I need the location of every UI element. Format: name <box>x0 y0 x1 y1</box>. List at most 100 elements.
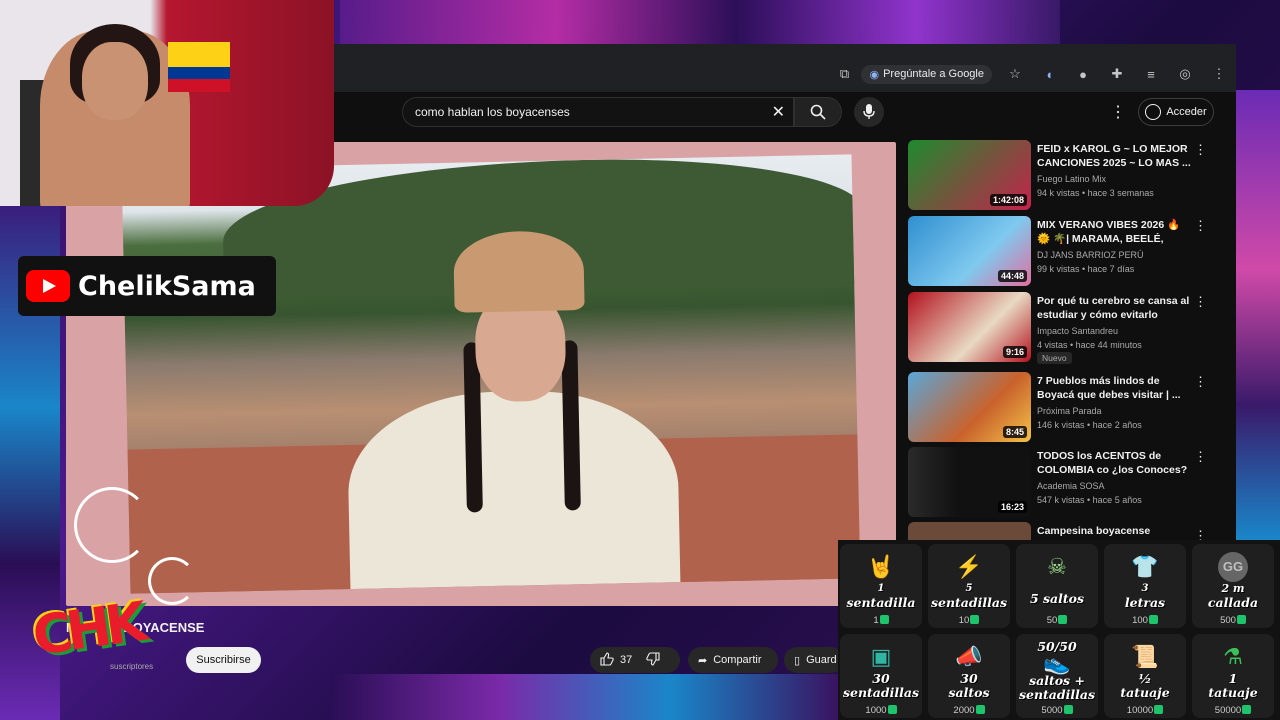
megaphone-icon: 📣 <box>955 644 983 669</box>
recommendation-title[interactable]: Por qué tu cerebro se cansa al estudiar … <box>1037 294 1192 324</box>
recommendation-meta: 547 k vistas • hace 5 años <box>1037 495 1142 505</box>
recommendation-title[interactable]: 7 Pueblos más lindos de Boyacá que debes… <box>1037 374 1192 404</box>
reward-card[interactable]: ⚡ 5 sentadillas 10 <box>928 544 1010 628</box>
recommendation-item[interactable]: 8:45 7 Pueblos más lindos de Boyacá que … <box>908 372 1212 444</box>
recommendation-item[interactable]: 44:48 MIX VERANO VIBES 2026 🔥🌞 🌴| MARAMA… <box>908 216 1212 288</box>
points-icon <box>879 615 889 624</box>
extensions-puzzle-icon[interactable]: ✚ <box>1106 63 1128 85</box>
profile-icon[interactable]: ◎ <box>1174 63 1196 85</box>
recommendation-channel[interactable]: Academia SOSA <box>1037 481 1105 491</box>
recommendation-title[interactable]: MIX VERANO VIBES 2026 🔥🌞 🌴| MARAMA, BEEL… <box>1037 218 1192 248</box>
signin-label: Acceder <box>1166 106 1207 118</box>
video-thumbnail[interactable]: 9:16 <box>908 292 1031 362</box>
reward-title: sentadillas <box>842 685 920 700</box>
recommendation-menu-icon[interactable]: ⋮ <box>1194 294 1207 310</box>
points-icon <box>1058 615 1068 624</box>
recommendation-meta: 99 k vistas • hace 7 días <box>1037 264 1135 274</box>
recommendation-channel[interactable]: Impacto Santandreu <box>1037 326 1118 336</box>
reward-cost: 50 <box>1016 615 1098 626</box>
reward-count: 30 <box>960 671 978 686</box>
reward-count: ½ <box>1138 671 1152 686</box>
install-app-icon[interactable]: ⧉ <box>833 63 855 85</box>
dislike-button[interactable] <box>646 651 660 669</box>
reward-card[interactable]: 🤘 1 sentadilla 1 <box>840 544 922 628</box>
reward-card[interactable]: ☠ 5 saltos 50 <box>1016 544 1098 628</box>
reward-cost: 500 <box>1192 615 1274 626</box>
youtube-logo-icon <box>26 270 70 302</box>
recommendation-menu-icon[interactable]: ⋮ <box>1194 528 1207 540</box>
reward-title: tatuaje <box>1120 685 1170 700</box>
ask-google-button[interactable]: ◉ Pregúntale a Google <box>861 64 992 84</box>
points-icon <box>975 705 985 714</box>
reward-card[interactable]: ▣ 30 sentadillas 1000 <box>840 634 922 718</box>
save-button[interactable]: ▯ Guard <box>784 647 844 673</box>
reward-card[interactable]: 50/50 👟 saltos + sentadillas 5000 <box>1016 634 1098 718</box>
audio-icon[interactable]: ◖ <box>1038 63 1060 85</box>
scroll-icon: 📜 <box>1131 644 1159 669</box>
video-frame <box>121 154 861 594</box>
video-thumbnail[interactable]: 44:48 <box>908 216 1031 286</box>
decor-swirl <box>74 487 150 563</box>
ask-google-label: Pregúntale a Google <box>883 68 984 80</box>
streamer-name: ChelikSama <box>78 270 256 302</box>
like-button[interactable] <box>600 651 614 669</box>
like-count: 37 <box>620 654 633 666</box>
reward-cost: 100 <box>1104 615 1186 626</box>
recommendation-menu-icon[interactable]: ⋮ <box>1194 142 1207 158</box>
browser-menu-icon[interactable]: ⋮ <box>1208 63 1230 85</box>
reading-list-icon[interactable]: ≡ <box>1140 63 1162 85</box>
search-input[interactable]: como hablan los boyacenses ✕ <box>402 97 794 127</box>
recommendation-title[interactable]: Campesina boyacense <box>1037 524 1192 540</box>
reward-title: saltos + sentadillas <box>1018 673 1096 702</box>
thumbs-down-icon <box>646 651 660 666</box>
colombia-flag <box>168 42 230 92</box>
reward-card[interactable]: 📣 30 saltos 2000 <box>928 634 1010 718</box>
recommendation-item[interactable]: Campesina boyacense ⋮ <box>908 522 1212 540</box>
video-thumbnail[interactable]: 8:45 <box>908 372 1031 442</box>
gg-icon: GG <box>1218 552 1248 582</box>
bookmark-star-icon[interactable]: ☆ <box>1004 63 1026 85</box>
recommendation-meta: 4 vistas • hace 44 minutos <box>1037 340 1142 350</box>
signin-button[interactable]: Acceder <box>1138 98 1214 126</box>
reward-title: saltos <box>948 685 990 700</box>
recommendation-title[interactable]: TODOS los ACENTOS de COLOMBIA co ¿los Co… <box>1037 449 1192 479</box>
reward-card[interactable]: GG 2 m callada 500 <box>1192 544 1274 628</box>
search-button[interactable] <box>794 97 842 127</box>
extension-gamepad-icon[interactable]: ● <box>1072 63 1094 85</box>
recommendation-title[interactable]: FEID x KAROL G ~ LO MEJOR CANCIONES 2025… <box>1037 142 1192 172</box>
reward-card[interactable]: 📜 ½ tatuaje 10000 <box>1104 634 1186 718</box>
potion-icon: ⚗ <box>1223 644 1243 669</box>
recommendation-item[interactable]: 9:16 Por qué tu cerebro se cansa al estu… <box>908 292 1212 364</box>
recommendation-item[interactable]: 1:42:08 FEID x KAROL G ~ LO MEJOR CANCIO… <box>908 140 1212 212</box>
reward-count: 1 <box>877 583 885 594</box>
recommendation-menu-icon[interactable]: ⋮ <box>1194 374 1207 390</box>
recommendation-channel[interactable]: Fuego Latino Mix <box>1037 174 1106 184</box>
background-neon-top <box>340 0 1060 46</box>
reward-cost: 5000 <box>1016 705 1098 716</box>
subscribe-button[interactable]: Suscribirse <box>186 647 261 673</box>
reward-card[interactable]: ⚗ 1 tatuaje 50000 <box>1192 634 1274 718</box>
mic-icon <box>863 104 875 119</box>
voice-search-button[interactable] <box>854 97 884 127</box>
video-thumbnail[interactable] <box>908 522 1031 540</box>
points-icon <box>1236 615 1246 624</box>
recommendation-menu-icon[interactable]: ⋮ <box>1194 449 1207 465</box>
share-icon: ➦ <box>698 654 708 667</box>
reward-card[interactable]: 👕 3 letras 100 <box>1104 544 1186 628</box>
video-thumbnail[interactable]: 1:42:08 <box>908 140 1031 210</box>
duration-badge: 44:48 <box>997 270 1027 282</box>
recommendation-menu-icon[interactable]: ⋮ <box>1194 218 1207 234</box>
clear-search-icon[interactable]: ✕ <box>772 102 785 122</box>
reward-cost: 1 <box>840 615 922 626</box>
video-thumbnail[interactable]: 16:23 <box>908 447 1031 517</box>
reward-count: 2 m <box>1221 582 1245 595</box>
recommendation-channel[interactable]: DJ JANS BARRIOZ PERÚ <box>1037 250 1144 260</box>
share-button[interactable]: ➦ Compartir <box>688 647 778 673</box>
settings-more-icon[interactable]: ⋮ <box>1110 102 1126 122</box>
points-icon <box>970 615 980 624</box>
recommendation-channel[interactable]: Próxima Parada <box>1037 406 1102 416</box>
streamer-face <box>82 42 148 120</box>
lightning-icon: ⚡ <box>955 554 983 579</box>
recommendation-item[interactable]: 16:23 TODOS los ACENTOS de COLOMBIA co ¿… <box>908 447 1212 519</box>
video-player[interactable] <box>66 142 896 606</box>
